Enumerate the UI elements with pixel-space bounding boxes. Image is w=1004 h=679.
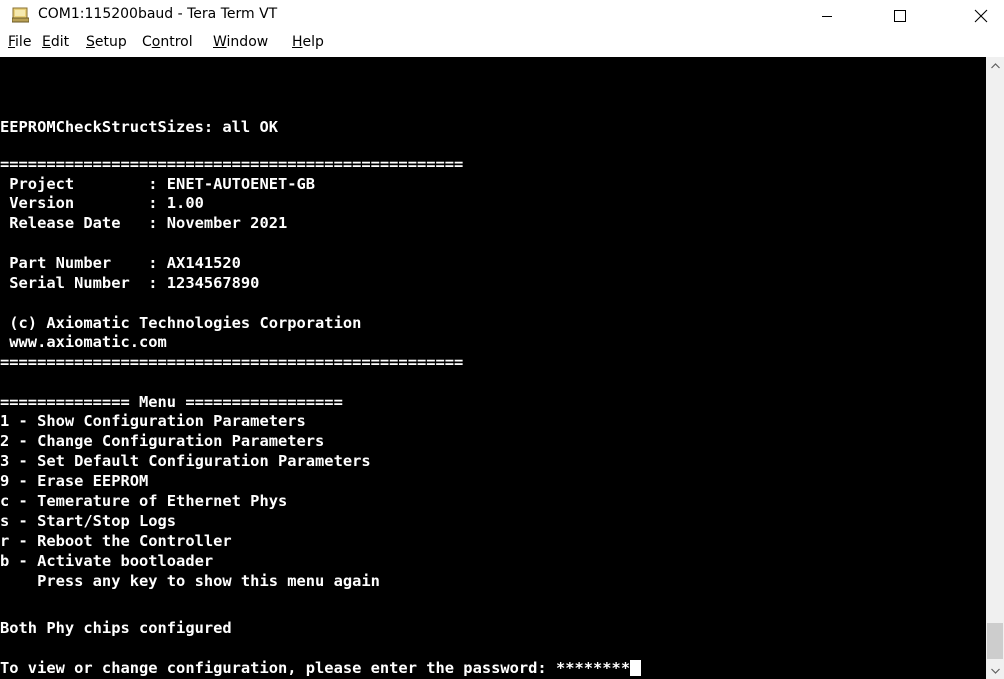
terminal-line: EEPROMCheckStructSizes: all OK xyxy=(0,118,278,136)
terminal-prompt-line: To view or change configuration, please … xyxy=(0,659,642,677)
tera-term-icon xyxy=(12,7,29,23)
scroll-down-arrow-icon xyxy=(990,668,1000,674)
minimize-button[interactable] xyxy=(804,0,850,31)
terminal-line: ============== Menu ================= xyxy=(0,393,343,411)
menu-file-accel: F xyxy=(8,34,16,50)
menu-edit-label: dit xyxy=(50,34,70,50)
menu-edit-accel: E xyxy=(42,34,51,50)
terminal-line: ========================================… xyxy=(0,353,464,371)
menu-window-label: indow xyxy=(226,34,269,50)
menu-file-label: ile xyxy=(15,34,32,50)
menu-help-label: elp xyxy=(302,34,324,50)
menu-setup[interactable]: Setup xyxy=(86,34,127,50)
terminal-line: b - Activate bootloader xyxy=(0,552,214,570)
close-button[interactable] xyxy=(958,0,1004,31)
minimize-icon xyxy=(822,15,832,17)
menu-window[interactable]: Window xyxy=(213,34,268,50)
maximize-button[interactable] xyxy=(877,0,923,31)
close-icon xyxy=(974,9,988,22)
terminal-line: r - Reboot the Controller xyxy=(0,532,232,550)
menu-control-label: ntrol xyxy=(160,34,193,50)
scroll-down-button[interactable] xyxy=(986,662,1004,679)
scroll-up-arrow-icon xyxy=(990,62,1000,68)
terminal-line: ========================================… xyxy=(0,155,464,173)
terminal-line: www.axiomatic.com xyxy=(0,333,167,351)
terminal-line: 3 - Set Default Configuration Parameters xyxy=(0,452,371,470)
password-prompt: To view or change configuration, please … xyxy=(0,659,631,677)
vertical-scrollbar[interactable] xyxy=(986,57,1004,679)
title-bar[interactable]: COM1:115200baud - Tera Term VT xyxy=(0,0,1004,31)
menu-help[interactable]: Help xyxy=(292,34,324,50)
menu-edit[interactable]: Edit xyxy=(42,34,69,50)
terminal-line: 1 - Show Configuration Parameters xyxy=(0,412,306,430)
terminal-line: Serial Number : 1234567890 xyxy=(0,274,260,292)
scroll-thumb[interactable] xyxy=(987,623,1003,659)
menu-bar: File Edit Setup Control Window Help xyxy=(0,31,1004,55)
window-title: COM1:115200baud - Tera Term VT xyxy=(38,6,278,22)
menu-setup-accel: S xyxy=(86,34,95,50)
text-cursor xyxy=(630,660,642,676)
menu-control-pre: C xyxy=(142,34,152,50)
terminal-line: Press any key to show this menu again xyxy=(0,572,380,590)
scroll-up-button[interactable] xyxy=(986,57,1004,74)
terminal-line: Project : ENET-AUTOENET-GB xyxy=(0,175,316,193)
terminal-line: c - Temerature of Ethernet Phys xyxy=(0,492,288,510)
terminal-screen[interactable]: EEPROMCheckStructSizes: all OK =========… xyxy=(0,57,986,679)
menu-help-accel: H xyxy=(292,34,303,50)
terminal-line: Version : 1.00 xyxy=(0,194,204,212)
terminal-line: 9 - Erase EEPROM xyxy=(0,472,149,490)
terminal-line: s - Start/Stop Logs xyxy=(0,512,177,530)
menu-control[interactable]: Control xyxy=(142,34,193,50)
terminal-line: Part Number : AX141520 xyxy=(0,254,241,272)
tera-term-window: COM1:115200baud - Tera Term VT File Edit… xyxy=(0,0,1004,679)
terminal-line: (c) Axiomatic Technologies Corporation xyxy=(0,314,362,332)
terminal-line: 2 - Change Configuration Parameters xyxy=(0,432,325,450)
terminal-line: Both Phy chips configured xyxy=(0,619,232,637)
maximize-icon xyxy=(894,9,906,22)
terminal-line: Release Date : November 2021 xyxy=(0,214,288,232)
menu-window-accel: W xyxy=(213,34,227,50)
menu-file[interactable]: File xyxy=(8,34,31,50)
menu-setup-label: etup xyxy=(94,34,127,50)
